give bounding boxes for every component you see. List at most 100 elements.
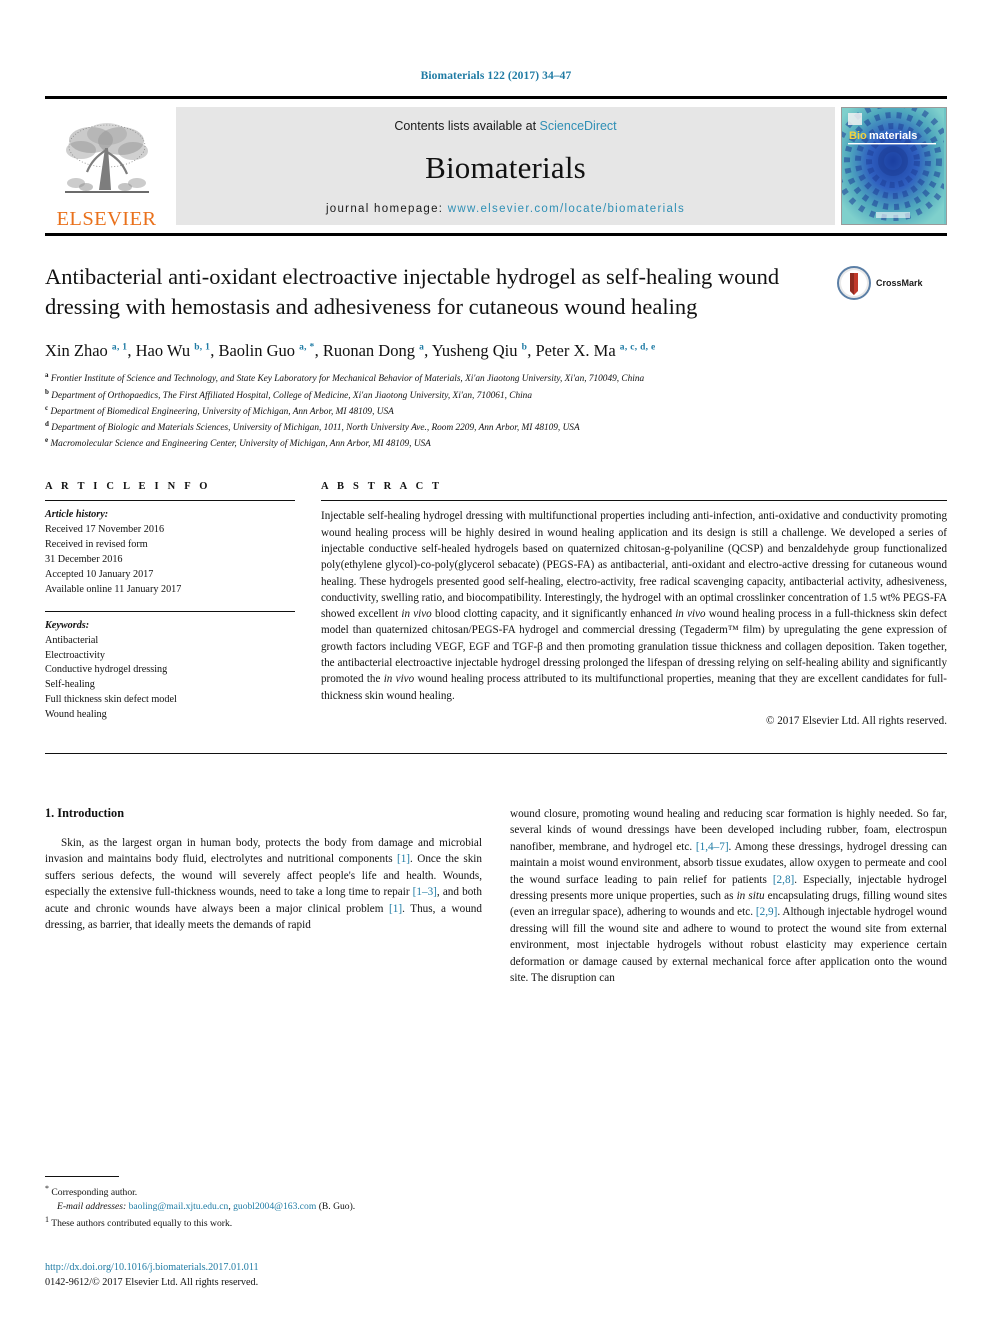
keywords-label: Keywords: xyxy=(45,619,90,631)
affiliation-text: Department of Orthopaedics, The First Af… xyxy=(51,390,532,401)
doi-link[interactable]: http://dx.doi.org/10.1016/j.biomaterials… xyxy=(45,1262,259,1273)
article-info-column: A R T I C L E I N F O Article history: R… xyxy=(45,481,295,727)
citation-link[interactable]: [1] xyxy=(389,903,402,915)
citation-link[interactable]: [2,9] xyxy=(756,906,777,918)
author-name: Ruonan Dong xyxy=(322,340,415,360)
elsevier-tree-icon xyxy=(64,122,149,193)
footnote-emails: E-mail addresses: baoling@mail.xjtu.edu.… xyxy=(45,1200,475,1214)
abstract-segment: Injectable self-healing hydrogel dressin… xyxy=(321,510,947,621)
author-affiliation-marks: b, 1 xyxy=(194,342,211,353)
footnote-equal-contribution: 1 These authors contributed equally to t… xyxy=(45,1214,475,1231)
affiliation-mark: c xyxy=(45,403,49,412)
keyword-item: Self-healing xyxy=(45,679,95,691)
affiliation-mark: b xyxy=(45,387,49,396)
keyword-item: Full thickness skin defect model xyxy=(45,694,177,706)
affiliation-text: Frontier Institute of Science and Techno… xyxy=(50,374,645,385)
footnote-block: * Corresponding author. E-mail addresses… xyxy=(45,1175,475,1231)
author-item: Yusheng Qiu b xyxy=(432,341,527,360)
contents-available-line: Contents lists available at ScienceDirec… xyxy=(394,119,616,133)
footnote-corresponding-author: * Corresponding author. xyxy=(45,1183,475,1200)
author-name: Yusheng Qiu xyxy=(431,340,518,360)
article-info-heading: A R T I C L E I N F O xyxy=(45,481,211,493)
journal-homepage-link[interactable]: www.elsevier.com/locate/biomaterials xyxy=(448,203,685,215)
body-column-right: wound closure, promoting wound healing a… xyxy=(510,806,947,986)
author-affiliation-marks: a xyxy=(419,342,425,353)
author-item: Ruonan Dong a xyxy=(323,341,424,360)
abstract-italic: in vivo xyxy=(401,608,432,621)
article-history-label: Article history: xyxy=(45,509,109,521)
homepage-prefix: journal homepage: xyxy=(325,203,448,215)
title-column: Antibacterial anti-oxidant electroactive… xyxy=(45,262,837,322)
citation-link[interactable]: [1] xyxy=(397,853,410,865)
introduction-heading: 1. Introduction xyxy=(45,805,125,820)
body-column-left: 1. Introduction Skin, as the largest org… xyxy=(45,806,482,986)
author-item: Baolin Guo a, * xyxy=(218,341,314,360)
body-italic: in situ xyxy=(736,889,765,902)
article-info-rule xyxy=(45,500,295,502)
footnote-text: Corresponding author. xyxy=(51,1186,138,1198)
affiliation-item: e Macromolecular Science and Engineering… xyxy=(45,435,947,451)
author-affiliation-marks: a, 1 xyxy=(111,342,128,353)
cover-art-icon: Bio materials xyxy=(842,108,946,224)
affiliation-mark: e xyxy=(45,436,49,445)
affiliation-text: Department of Biologic and Materials Sci… xyxy=(51,423,580,434)
elsevier-logo: ELSEVIER xyxy=(45,99,168,233)
article-history-item: Received 17 November 2016 xyxy=(45,524,165,536)
abstract-italic: in vivo xyxy=(383,673,415,686)
footnote-rule xyxy=(45,1175,119,1177)
affiliation-mark: d xyxy=(45,419,49,428)
keyword-item: Antibacterial xyxy=(45,634,99,646)
info-abstract-row: A R T I C L E I N F O Article history: R… xyxy=(45,481,947,727)
abstract-segment: wound healing process attributed to its … xyxy=(321,673,947,702)
affiliation-item: d Department of Biologic and Materials S… xyxy=(45,419,947,435)
body-columns: 1. Introduction Skin, as the largest org… xyxy=(45,806,947,986)
svg-text:Bio: Bio xyxy=(849,130,867,142)
author-affiliation-marks: b xyxy=(521,342,528,353)
abstract-column: A B S T R A C T Injectable self-healing … xyxy=(321,481,947,727)
journal-cover-thumbnail: Bio materials xyxy=(841,107,947,225)
article-history-item: Received in revised form xyxy=(45,539,148,551)
author-affiliation-marks: a, c, d, e xyxy=(619,342,656,353)
journal-homepage-line: journal homepage: www.elsevier.com/locat… xyxy=(326,203,685,215)
email-link-2[interactable]: guobl2004@163.com xyxy=(233,1201,316,1212)
author-name: Xin Zhao xyxy=(45,340,108,360)
abstract-copyright: © 2017 Elsevier Ltd. All rights reserved… xyxy=(766,714,947,727)
author-list: Xin Zhao a, 1, Hao Wu b, 1, Baolin Guo a… xyxy=(45,340,656,360)
citation-link[interactable]: [2,8] xyxy=(773,874,794,886)
article-page: Biomaterials 122 (2017) 34–47 ELSEVIER C… xyxy=(0,0,992,1323)
citation-link[interactable]: [1–3] xyxy=(413,886,437,898)
author-item: Hao Wu b, 1 xyxy=(136,341,211,360)
crossmark-badge[interactable]: CrossMark xyxy=(837,262,947,300)
author-item: Xin Zhao a, 1 xyxy=(45,341,127,360)
affiliation-list: a Frontier Institute of Science and Tech… xyxy=(45,370,947,451)
email-addresses-label: E-mail addresses: xyxy=(57,1200,127,1212)
author-item: Peter X. Ma a, c, d, e xyxy=(535,341,655,360)
sciencedirect-link[interactable]: ScienceDirect xyxy=(540,119,617,133)
keyword-item: Conductive hydrogel dressing xyxy=(45,664,168,676)
title-block: Antibacterial anti-oxidant electroactive… xyxy=(45,262,947,322)
affiliation-item: b Department of Orthopaedics, The First … xyxy=(45,387,947,403)
crossmark-label: CrossMark xyxy=(876,278,923,288)
doi-row: http://dx.doi.org/10.1016/j.biomaterials… xyxy=(45,1261,525,1275)
affiliation-text: Department of Biomedical Engineering, Un… xyxy=(50,406,394,417)
author-affiliation-marks: a, * xyxy=(299,342,315,353)
affiliation-item: a Frontier Institute of Science and Tech… xyxy=(45,370,947,386)
contents-prefix: Contents lists available at xyxy=(394,119,540,133)
article-history-item: Accepted 10 January 2017 xyxy=(45,568,154,580)
article-history-item: Available online 11 January 2017 xyxy=(45,583,182,595)
email-link-1[interactable]: baoling@mail.xjtu.edu.cn xyxy=(129,1201,229,1212)
affiliation-item: c Department of Biomedical Engineering, … xyxy=(45,403,947,419)
elsevier-wordmark: ELSEVIER xyxy=(56,207,157,230)
abstract-text: Injectable self-healing hydrogel dressin… xyxy=(321,508,947,704)
abstract-rule xyxy=(321,500,947,502)
abstract-segment: blood clotting capacity, and it signific… xyxy=(431,608,676,621)
journal-title: Biomaterials xyxy=(425,150,586,185)
issn-copyright-line: 0142-9612/© 2017 Elsevier Ltd. All right… xyxy=(45,1276,259,1288)
citation-link[interactable]: [1,4–7] xyxy=(696,841,729,853)
page-footer: http://dx.doi.org/10.1016/j.biomaterials… xyxy=(45,1261,525,1290)
page-title: Antibacterial anti-oxidant electroactive… xyxy=(45,264,780,319)
article-info-separator xyxy=(45,610,295,612)
author-name: Baolin Guo xyxy=(218,340,295,360)
author-name: Peter X. Ma xyxy=(535,340,616,360)
author-name: Hao Wu xyxy=(135,340,191,360)
